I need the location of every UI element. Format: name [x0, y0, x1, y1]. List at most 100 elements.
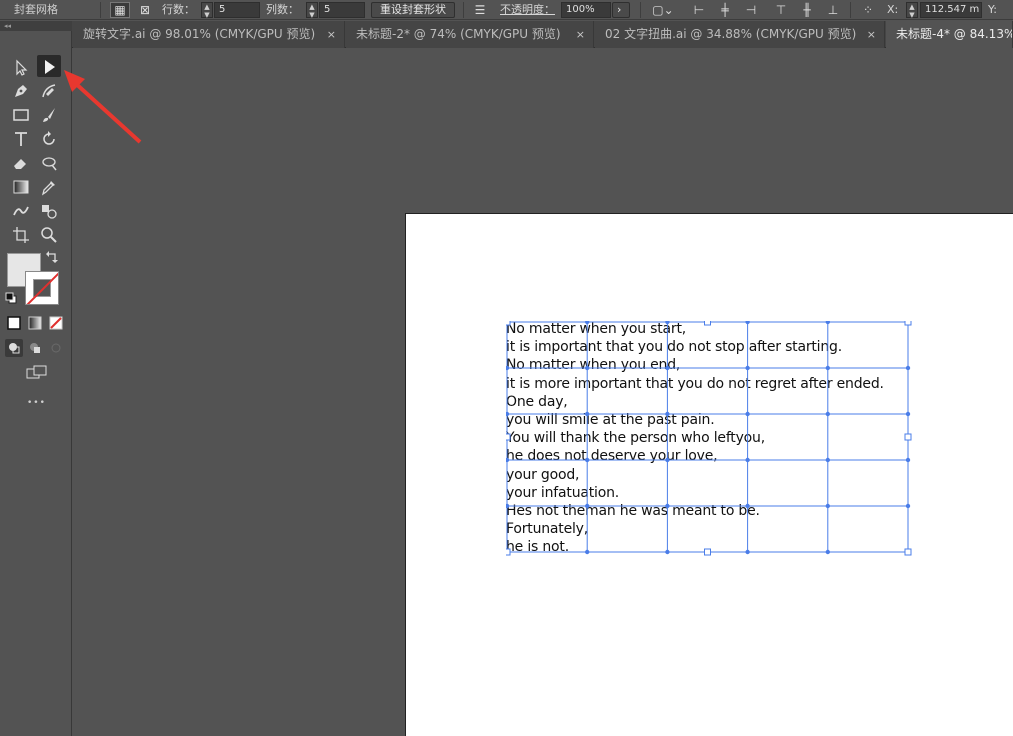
- mesh-point[interactable]: [825, 503, 830, 509]
- mesh-point[interactable]: [825, 411, 830, 417]
- mesh-point[interactable]: [745, 549, 750, 555]
- envelope-mesh-grid[interactable]: [506, 321, 912, 557]
- draw-behind-icon[interactable]: [26, 339, 44, 357]
- envelope-warp-icon[interactable]: ▦: [110, 2, 130, 18]
- close-icon[interactable]: ×: [576, 21, 585, 48]
- panel-grip[interactable]: ◂◂: [0, 21, 72, 31]
- align-middle-icon[interactable]: ╫: [798, 0, 816, 20]
- x-stepper[interactable]: ▲ ▼: [906, 2, 918, 19]
- illustrator-window: 封套网格 ▦ ⊠ 行数： ▲ ▼ 5 列数： ▲ ▼ 5 重设封套形状 ☰ 不透明度…: [0, 0, 1013, 736]
- bounding-box-handle[interactable]: [704, 548, 711, 556]
- bounding-box-handle[interactable]: [704, 321, 711, 326]
- swap-colors-icon[interactable]: [44, 249, 60, 265]
- mesh-point[interactable]: [585, 365, 590, 371]
- selection-tool-icon[interactable]: [9, 56, 33, 78]
- mesh-point[interactable]: [665, 411, 670, 417]
- none-mode-icon[interactable]: [47, 314, 65, 332]
- mesh-point[interactable]: [745, 321, 750, 325]
- bounding-box-handle[interactable]: [506, 548, 511, 556]
- opacity-input[interactable]: 100%: [561, 2, 611, 18]
- mesh-point[interactable]: [506, 365, 510, 371]
- zoom-tool-icon[interactable]: [37, 223, 61, 245]
- screen-mode-icon[interactable]: [24, 362, 50, 384]
- draw-inside-icon[interactable]: [47, 339, 65, 357]
- cols-input[interactable]: 5: [319, 2, 365, 18]
- align-left-icon[interactable]: ⊢: [690, 0, 708, 20]
- mesh-point[interactable]: [745, 365, 750, 371]
- mesh-point[interactable]: [585, 457, 590, 463]
- artboard-options-icon[interactable]: ▢⌄: [650, 0, 676, 20]
- mesh-point[interactable]: [585, 321, 590, 325]
- gradient-mode-icon[interactable]: [26, 314, 44, 332]
- reset-envelope-button[interactable]: 重设封套形状: [371, 2, 455, 18]
- mesh-point[interactable]: [506, 503, 510, 509]
- align-center-icon[interactable]: ╪: [716, 0, 734, 20]
- mesh-point[interactable]: [905, 365, 911, 371]
- color-mode-icon[interactable]: [5, 314, 23, 332]
- mesh-point[interactable]: [585, 503, 590, 509]
- stroke-color-swatch[interactable]: [25, 271, 59, 305]
- opacity-label[interactable]: 不透明度：: [500, 0, 555, 20]
- eraser-tool-icon[interactable]: [9, 151, 33, 173]
- blend-tool-icon[interactable]: [9, 199, 33, 221]
- mesh-point[interactable]: [665, 321, 670, 325]
- mesh-point[interactable]: [665, 365, 670, 371]
- tab-document[interactable]: 未标题-2* @ 74% (CMYK/GPU 预览) ×: [346, 21, 594, 48]
- align-right-icon[interactable]: ⊣: [742, 0, 760, 20]
- tab-document[interactable]: 02 文字扭曲.ai @ 34.88% (CMYK/GPU 预览) ×: [595, 21, 885, 48]
- artboard-tool-icon[interactable]: [9, 223, 33, 245]
- bounding-box-handle[interactable]: [506, 321, 511, 326]
- mesh-point[interactable]: [905, 457, 911, 463]
- align-bottom-icon[interactable]: ⊥: [824, 0, 842, 20]
- paintbrush-tool-icon[interactable]: [37, 103, 61, 125]
- rows-input[interactable]: 5: [214, 2, 260, 18]
- bounding-box-handle[interactable]: [904, 433, 912, 441]
- mesh-point[interactable]: [665, 457, 670, 463]
- mesh-point[interactable]: [825, 321, 830, 325]
- type-tool-icon[interactable]: [9, 127, 33, 149]
- eyedropper-tool-icon[interactable]: [37, 175, 61, 197]
- mesh-point[interactable]: [825, 457, 830, 463]
- bounding-box-handle[interactable]: [904, 321, 912, 326]
- mesh-point[interactable]: [745, 457, 750, 463]
- more-tools-icon[interactable]: •••: [27, 398, 46, 408]
- bounding-box-handle[interactable]: [506, 433, 511, 441]
- chevron-right-icon[interactable]: ›: [612, 2, 630, 18]
- mesh-point[interactable]: [665, 549, 670, 555]
- puppet-warp-tool-icon[interactable]: [37, 151, 61, 173]
- x-input[interactable]: 112.547 m: [920, 2, 982, 18]
- draw-normal-icon[interactable]: [5, 339, 23, 357]
- mesh-point[interactable]: [825, 365, 830, 371]
- tab-document-active[interactable]: 未标题-4* @ 84.13% (CMYK/GPU 预览): [886, 21, 1013, 48]
- curvature-tool-icon[interactable]: [37, 79, 61, 101]
- canvas-area[interactable]: No matter when you start, it is importan…: [73, 49, 1013, 736]
- rectangle-tool-icon[interactable]: [9, 103, 33, 125]
- list-icon[interactable]: ☰: [470, 0, 490, 20]
- rotate-tool-icon[interactable]: [37, 127, 61, 149]
- mesh-point[interactable]: [665, 503, 670, 509]
- close-icon[interactable]: ×: [867, 21, 876, 48]
- gradient-tool-icon[interactable]: [9, 175, 33, 197]
- mesh-point[interactable]: [745, 411, 750, 417]
- shape-builder-tool-icon[interactable]: [37, 199, 61, 221]
- mesh-point[interactable]: [905, 503, 911, 509]
- artboard[interactable]: No matter when you start, it is importan…: [405, 213, 1013, 736]
- default-colors-icon[interactable]: [4, 291, 18, 305]
- pen-tool-icon[interactable]: [9, 79, 33, 101]
- mesh-point[interactable]: [506, 457, 510, 463]
- rows-stepper[interactable]: ▲ ▼: [201, 2, 213, 19]
- mesh-point[interactable]: [905, 411, 911, 417]
- direct-selection-tool-icon[interactable]: [37, 55, 61, 77]
- transform-reference-icon[interactable]: ⁘: [858, 0, 878, 20]
- cols-stepper[interactable]: ▲ ▼: [306, 2, 318, 19]
- mesh-point[interactable]: [506, 411, 510, 417]
- envelope-mesh-icon[interactable]: ⊠: [136, 0, 154, 20]
- mesh-point[interactable]: [585, 549, 590, 555]
- close-icon[interactable]: ×: [327, 21, 336, 48]
- mesh-point[interactable]: [745, 503, 750, 509]
- align-top-icon[interactable]: ⊤: [772, 0, 790, 20]
- bounding-box-handle[interactable]: [904, 548, 912, 556]
- mesh-point[interactable]: [825, 549, 830, 555]
- tab-document[interactable]: 旋转文字.ai @ 98.01% (CMYK/GPU 预览) ×: [73, 21, 345, 48]
- mesh-point[interactable]: [585, 411, 590, 417]
